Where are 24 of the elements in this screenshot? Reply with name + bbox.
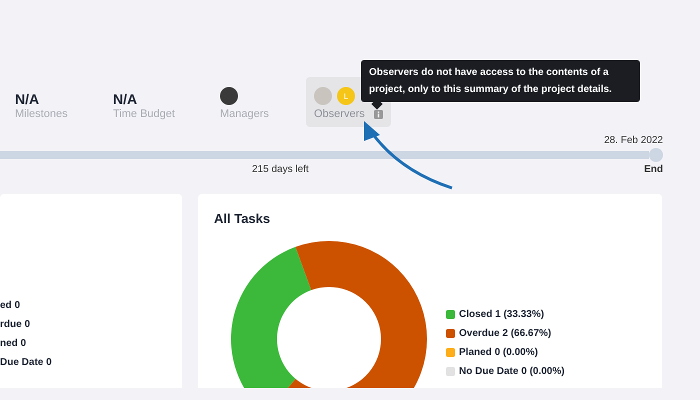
legend-label: No Due Date 0 (0.00%) xyxy=(459,365,565,379)
tooltip: Observers do not have access to the contents of a project, only to this summary of the project details. xyxy=(361,60,640,102)
legend-label: rdue 0 xyxy=(0,318,32,332)
legend-label: ned 0 xyxy=(0,337,28,351)
avatar-photo xyxy=(220,87,238,105)
days-left: 215 days left xyxy=(252,164,309,175)
legend-label: Overdue 2 (66.67%) xyxy=(459,327,552,341)
timeline-end-dot xyxy=(649,148,663,162)
stat-label: Milestones xyxy=(15,108,68,120)
stat-label: Managers xyxy=(220,108,269,120)
legend-label: Planed 0 (0.00%) xyxy=(459,346,538,360)
stat-label: Observers xyxy=(314,108,365,120)
end-date: 28. Feb 2022 xyxy=(604,135,663,148)
avatar-initial: L xyxy=(337,87,355,105)
stat-value: N/A xyxy=(15,91,40,107)
legend-label: Closed 1 (33.33%) xyxy=(459,308,544,322)
stat-value: N/A xyxy=(113,91,138,107)
end-label: End xyxy=(644,164,663,175)
avatar-photo xyxy=(314,87,332,105)
stat-label: Time Budget xyxy=(113,108,175,120)
legend-label: ed 0 xyxy=(0,299,22,313)
card-title: All Tasks xyxy=(214,211,272,226)
legend-label: Due Date 0 xyxy=(0,356,52,370)
info-icon[interactable] xyxy=(374,110,383,118)
